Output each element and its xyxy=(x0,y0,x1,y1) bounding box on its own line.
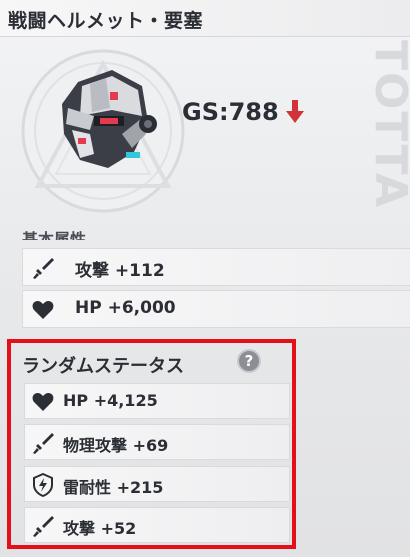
base-stat-row: HP +6,000 xyxy=(22,290,410,328)
item-name: 戦闘ヘルメット・要塞 xyxy=(8,10,204,32)
base-stat-row: 攻撃 +112 xyxy=(22,248,410,286)
sword-icon xyxy=(33,258,54,279)
title-bar: 戦闘ヘルメット・要塞 xyxy=(0,0,410,37)
helmet-item-icon xyxy=(62,70,157,168)
random-stats-highlight-box xyxy=(7,339,296,549)
background-watermark: TOTTA xyxy=(365,40,410,210)
base-stat-text: 攻撃 +112 xyxy=(75,261,165,281)
down-arrow-icon xyxy=(286,100,304,123)
gear-score: GS:788 xyxy=(182,98,279,126)
heart-icon xyxy=(32,301,54,319)
item-detail-panel: TOTTA 戦闘ヘルメット・要塞 GS:788 基本属性 攻撃 +112 HP … xyxy=(0,0,410,557)
base-stat-text: HP +6,000 xyxy=(75,298,176,318)
base-stats-label: 基本属性 xyxy=(22,230,87,240)
